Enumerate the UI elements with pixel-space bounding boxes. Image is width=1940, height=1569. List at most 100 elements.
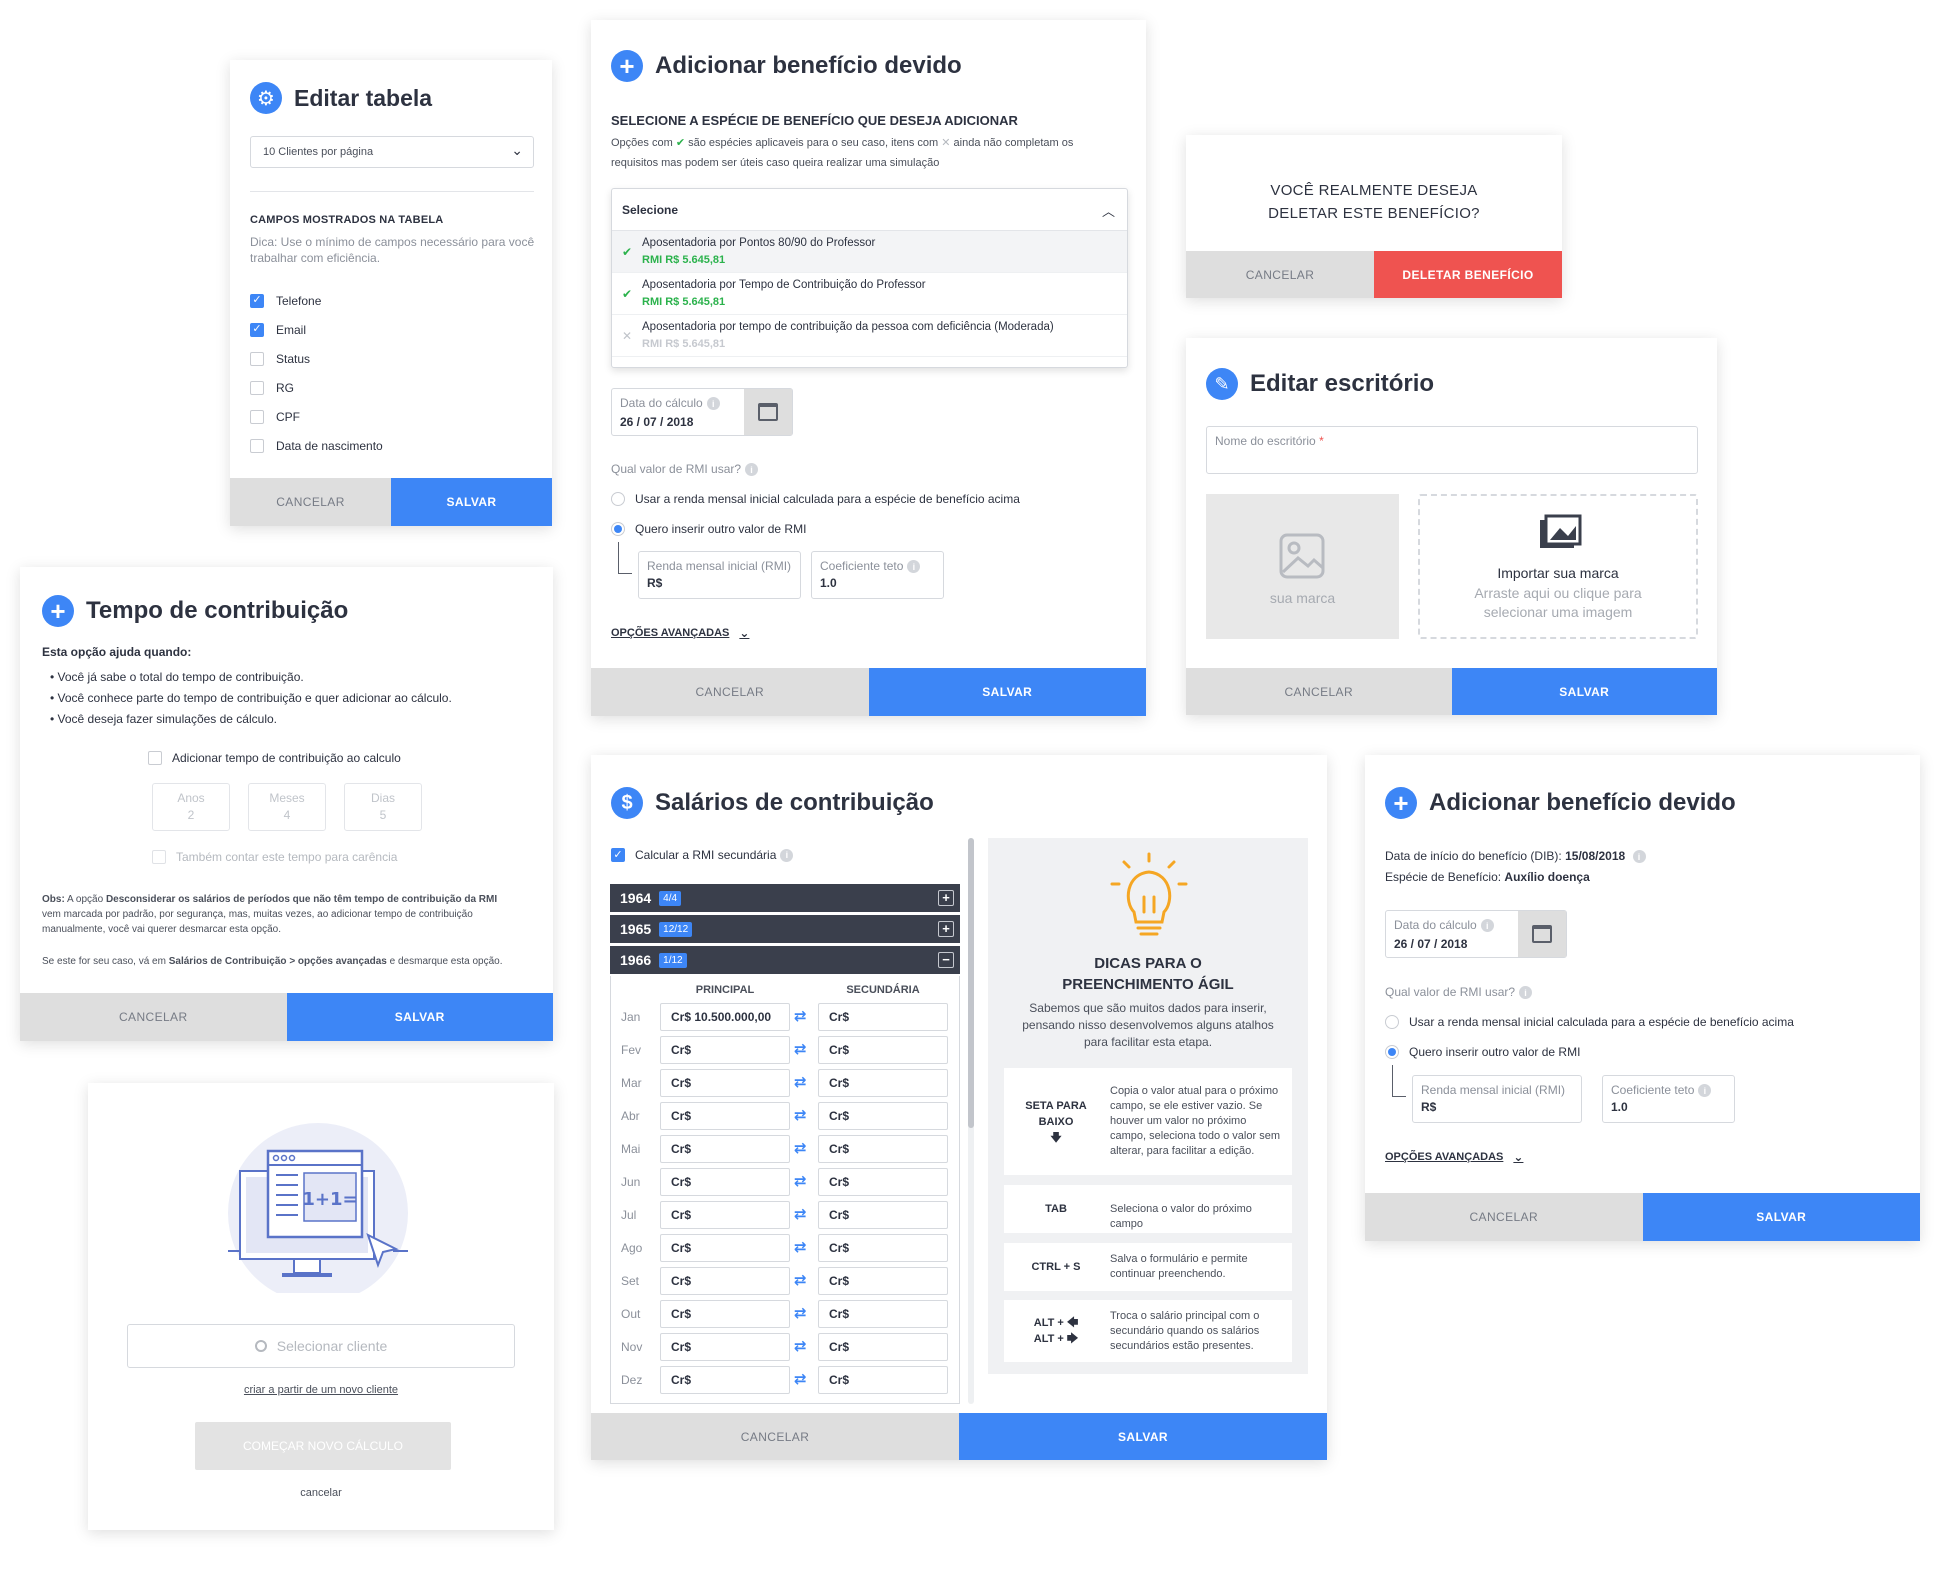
rmi-input[interactable]: Renda mensal inicial (RMI) R$ bbox=[1412, 1075, 1582, 1123]
field-checkbox[interactable] bbox=[250, 351, 264, 366]
benefit-option[interactable]: ✔ Aposentadoria por Tempo de Contribuição… bbox=[612, 273, 1127, 315]
principal-salary-input[interactable]: Cr$ bbox=[660, 1135, 790, 1163]
swap-arrows-icon[interactable]: ⇄ bbox=[794, 1337, 807, 1355]
dias-field[interactable]: Dias 5 bbox=[344, 783, 422, 831]
field-checkbox[interactable] bbox=[250, 380, 264, 395]
swap-arrows-icon[interactable]: ⇄ bbox=[794, 1205, 807, 1223]
rmi-radio-custom[interactable]: Quero inserir outro valor de RMI bbox=[1385, 1045, 1580, 1059]
field-checkbox-row[interactable]: Status bbox=[250, 344, 383, 373]
secondary-salary-input[interactable]: Cr$ bbox=[818, 1135, 948, 1163]
swap-arrows-icon[interactable]: ⇄ bbox=[794, 1271, 807, 1289]
field-checkbox[interactable]: ✓ bbox=[250, 322, 264, 337]
field-checkbox-row[interactable]: ✓ Email bbox=[250, 315, 383, 344]
coef-input[interactable]: Coeficiente teto i 1.0 bbox=[1602, 1075, 1735, 1123]
save-button[interactable]: SALVAR bbox=[868, 668, 1146, 716]
cancel-button[interactable]: CANCELAR bbox=[1186, 668, 1452, 715]
save-button[interactable]: SALVAR bbox=[1451, 668, 1717, 715]
field-checkbox-row[interactable]: RG bbox=[250, 373, 383, 402]
expand-icon[interactable]: + bbox=[938, 890, 954, 906]
field-checkbox-row[interactable]: Data de nascimento bbox=[250, 431, 383, 460]
secondary-salary-input[interactable]: Cr$ bbox=[818, 1201, 948, 1229]
cancel-button[interactable]: CANCELAR bbox=[1365, 1193, 1643, 1241]
carencia-checkbox[interactable] bbox=[152, 850, 166, 864]
swap-arrows-icon[interactable]: ⇄ bbox=[794, 1106, 807, 1124]
principal-salary-input[interactable]: Cr$ bbox=[660, 1168, 790, 1196]
collapse-icon[interactable]: − bbox=[938, 952, 954, 968]
principal-salary-input[interactable]: Cr$ bbox=[660, 1267, 790, 1295]
secondary-salary-input[interactable]: Cr$ bbox=[818, 1168, 948, 1196]
year-bar[interactable]: 1966 1/12 − bbox=[610, 946, 960, 974]
principal-salary-input[interactable]: Cr$ bbox=[660, 1366, 790, 1394]
start-calculation-button[interactable]: COMEÇAR NOVO CÁLCULO bbox=[195, 1422, 451, 1470]
coef-input[interactable]: Coeficiente teto i 1.0 bbox=[811, 551, 944, 599]
principal-salary-input[interactable]: Cr$ bbox=[660, 1234, 790, 1262]
principal-salary-input[interactable]: Cr$ bbox=[660, 1300, 790, 1328]
radio-button[interactable] bbox=[1385, 1015, 1399, 1029]
secondary-salary-input[interactable]: Cr$ bbox=[818, 1069, 948, 1097]
principal-salary-input[interactable]: Cr$ bbox=[660, 1036, 790, 1064]
benefit-option[interactable]: ✔ Aposentadoria por Pontos 80/90 do Profe… bbox=[612, 231, 1127, 273]
secondary-salary-input[interactable]: Cr$ bbox=[818, 1333, 948, 1361]
table-scrollbar[interactable] bbox=[968, 838, 974, 1404]
rows-per-page-select[interactable]: 10 Clientes por página ⌄ bbox=[250, 136, 534, 168]
rmi-input[interactable]: Renda mensal inicial (RMI) R$ bbox=[638, 551, 801, 599]
save-button[interactable]: SALVAR bbox=[391, 478, 552, 526]
benefit-dropdown[interactable]: Selecione ︿ ✔ Aposentadoria por Pontos 80… bbox=[611, 188, 1128, 368]
add-time-checkbox[interactable] bbox=[148, 751, 162, 765]
radio-button-selected[interactable] bbox=[1385, 1045, 1399, 1059]
calendar-button[interactable] bbox=[1518, 911, 1566, 957]
secondary-salary-input[interactable]: Cr$ bbox=[818, 1234, 948, 1262]
secondary-salary-input[interactable]: Cr$ bbox=[818, 1267, 948, 1295]
swap-arrows-icon[interactable]: ⇄ bbox=[794, 1304, 807, 1322]
save-button[interactable]: SALVAR bbox=[959, 1413, 1327, 1460]
cancel-button[interactable]: CANCELAR bbox=[591, 1413, 959, 1460]
swap-arrows-icon[interactable]: ⇄ bbox=[794, 1370, 807, 1388]
meses-field[interactable]: Meses 4 bbox=[248, 783, 326, 831]
field-checkbox[interactable] bbox=[250, 409, 264, 424]
secondary-salary-input[interactable]: Cr$ bbox=[818, 1366, 948, 1394]
radio-button-selected[interactable] bbox=[611, 522, 625, 536]
rmi-radio-calculated[interactable]: Usar a renda mensal inicial calculada pa… bbox=[611, 492, 1020, 506]
dropdown-header[interactable]: Selecione ︿ bbox=[612, 189, 1127, 231]
swap-arrows-icon[interactable]: ⇄ bbox=[794, 1007, 807, 1025]
principal-salary-input[interactable]: Cr$ bbox=[660, 1201, 790, 1229]
office-name-input[interactable]: Nome do escritório * bbox=[1206, 426, 1698, 474]
secondary-salary-input[interactable]: Cr$ bbox=[818, 1003, 948, 1031]
client-search-input[interactable]: Selecionar cliente bbox=[127, 1324, 515, 1368]
secondary-salary-input[interactable]: Cr$ bbox=[818, 1300, 948, 1328]
cancel-link[interactable]: cancelar bbox=[88, 1487, 554, 1499]
secondary-rmi-checkbox-row[interactable]: ✓ Calcular a RMI secundária i bbox=[611, 848, 794, 862]
save-button[interactable]: SALVAR bbox=[1642, 1193, 1920, 1241]
secondary-salary-input[interactable]: Cr$ bbox=[818, 1102, 948, 1130]
new-client-link[interactable]: criar a partir de um novo cliente bbox=[88, 1384, 554, 1396]
date-field[interactable]: Data do cálculo i 26 / 07 / 2018 bbox=[1385, 910, 1567, 958]
carencia-checkbox-row[interactable]: Também contar este tempo para carência bbox=[152, 850, 397, 864]
date-field[interactable]: Data do cálculo i 26 / 07 / 2018 bbox=[611, 388, 793, 436]
add-time-checkbox-row[interactable]: Adicionar tempo de contribuição ao calcu… bbox=[148, 751, 401, 765]
swap-arrows-icon[interactable]: ⇄ bbox=[794, 1073, 807, 1091]
swap-arrows-icon[interactable]: ⇄ bbox=[794, 1040, 807, 1058]
swap-arrows-icon[interactable]: ⇄ bbox=[794, 1238, 807, 1256]
calendar-button[interactable] bbox=[744, 389, 792, 435]
delete-button[interactable]: DELETAR BENEFÍCIO bbox=[1374, 251, 1562, 298]
field-checkbox[interactable] bbox=[250, 438, 264, 453]
anos-field[interactable]: Anos 2 bbox=[152, 783, 230, 831]
save-button[interactable]: SALVAR bbox=[286, 993, 553, 1041]
scrollbar-thumb[interactable] bbox=[968, 838, 974, 1128]
secondary-rmi-checkbox[interactable]: ✓ bbox=[611, 848, 625, 862]
swap-arrows-icon[interactable]: ⇄ bbox=[794, 1172, 807, 1190]
swap-arrows-icon[interactable]: ⇄ bbox=[794, 1139, 807, 1157]
year-bar[interactable]: 1965 12/12 + bbox=[610, 915, 960, 943]
rmi-radio-custom[interactable]: Quero inserir outro valor de RMI bbox=[611, 522, 806, 536]
field-checkbox-row[interactable]: CPF bbox=[250, 402, 383, 431]
logo-dropzone[interactable]: Importar sua marca Arraste aqui ou cliqu… bbox=[1418, 494, 1698, 639]
principal-salary-input[interactable]: Cr$ bbox=[660, 1102, 790, 1130]
field-checkbox[interactable]: ✓ bbox=[250, 293, 264, 308]
cancel-button[interactable]: CANCELAR bbox=[230, 478, 391, 526]
benefit-option[interactable]: ✕ Aposentadoria por tempo de contribuição… bbox=[612, 315, 1127, 357]
cancel-button[interactable]: CANCELAR bbox=[1186, 251, 1374, 298]
advanced-options-toggle[interactable]: OPÇÕES AVANÇADAS ⌄ bbox=[1385, 1150, 1523, 1164]
year-bar[interactable]: 1964 4/4 + bbox=[610, 884, 960, 912]
radio-button[interactable] bbox=[611, 492, 625, 506]
cancel-button[interactable]: CANCELAR bbox=[591, 668, 869, 716]
